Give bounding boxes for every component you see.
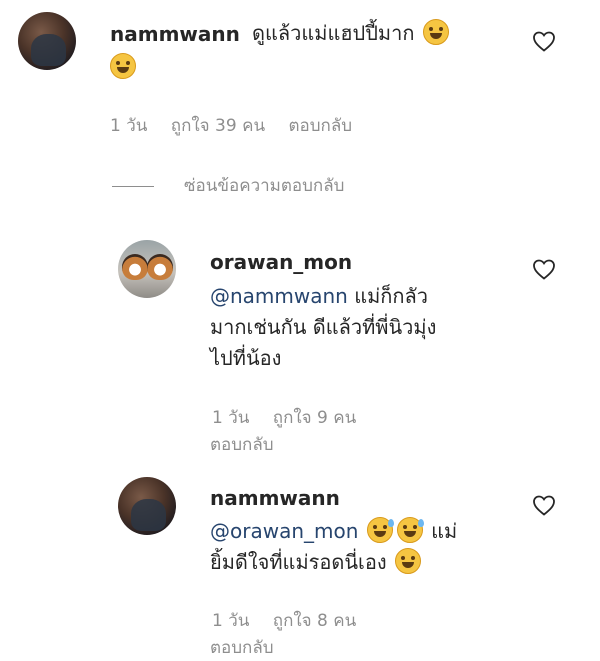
comment-text-continued [108, 52, 138, 83]
comment-time: 1 วัน [110, 116, 148, 136]
reply-button[interactable]: ตอบกลับ [210, 634, 274, 661]
rofl-emoji [422, 19, 449, 45]
reply-username[interactable]: nammwann [210, 486, 340, 510]
comment-meta: 1 วัน ถูกใจ 39 คน ตอบกลับ [110, 112, 370, 139]
reply-meta: 1 วัน ถูกใจ 8 คน [212, 607, 374, 634]
avatar-image [147, 254, 173, 280]
reply-button[interactable]: ตอบกลับ [288, 116, 352, 136]
avatar[interactable] [118, 240, 176, 298]
mention-link[interactable]: @nammwann [210, 284, 348, 308]
reply-username[interactable]: orawan_mon [210, 250, 352, 274]
grinning-sweat-emoji [366, 517, 394, 543]
hide-replies-button[interactable]: ซ่อนข้อความตอบกลับ [112, 172, 344, 199]
heart-outline-icon[interactable] [532, 258, 556, 280]
reply-time: 1 วัน [212, 611, 250, 631]
reply-time: 1 วัน [212, 408, 250, 428]
avatar[interactable] [118, 477, 176, 535]
avatar[interactable] [18, 12, 76, 70]
rofl-emoji [110, 53, 136, 79]
divider [112, 185, 154, 187]
reply-likes[interactable]: ถูกใจ 9 คน [273, 408, 356, 428]
mention-link[interactable]: @orawan_mon [210, 519, 358, 543]
reply-button[interactable]: ตอบกลับ [210, 431, 274, 458]
comment-likes[interactable]: ถูกใจ 39 คน [171, 116, 265, 136]
avatar-image [122, 254, 148, 280]
comment-text: ดูแล้วแม่แฮปปี้มาก [252, 18, 451, 49]
heart-outline-icon[interactable] [532, 30, 556, 52]
laughing-emoji [395, 548, 422, 574]
reply-text: @orawan_mon แม่ ยิ้มดีใจที่แม่รอดนี่เอง [210, 517, 458, 574]
heart-outline-icon[interactable] [532, 494, 556, 516]
grinning-sweat-emoji [396, 517, 424, 543]
reply-meta: 1 วัน ถูกใจ 9 คน [212, 404, 374, 431]
reply-text: @nammwann แม่ก็กลัว มากเช่นกัน ดีแล้วที่… [210, 284, 437, 370]
comment-username[interactable]: nammwann [110, 22, 240, 46]
reply-likes[interactable]: ถูกใจ 8 คน [273, 611, 356, 631]
